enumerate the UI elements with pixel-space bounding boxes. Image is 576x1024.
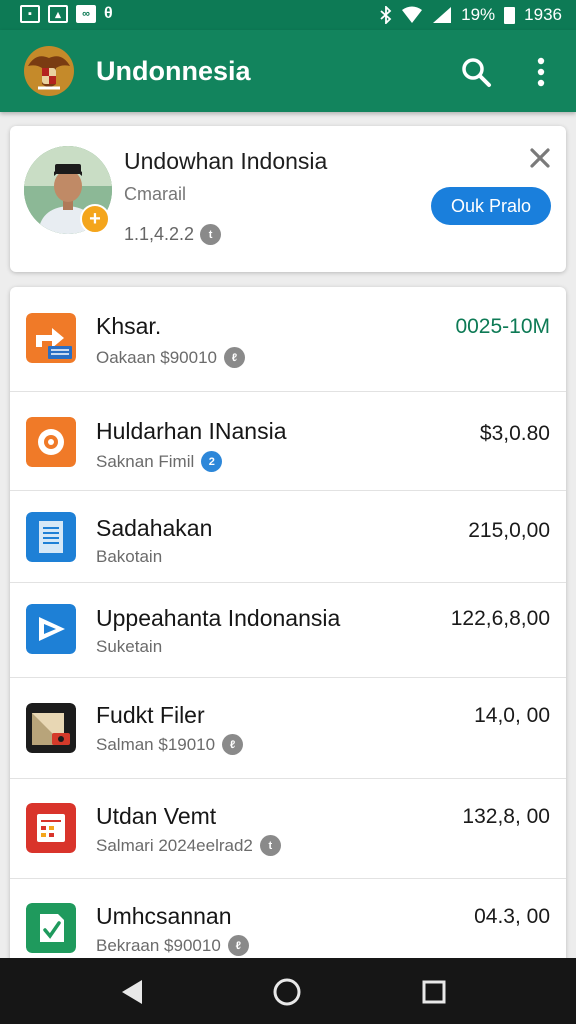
list-item[interactable]: Umhcsannan Bekraan $90010 ℓ 04.3, 00 — [10, 879, 566, 967]
app-title: Undonnesia — [96, 56, 251, 86]
search-icon[interactable] — [458, 54, 494, 90]
item-subtitle: Salman $19010 — [96, 734, 216, 754]
item-subtitle: Saknan Fimil — [96, 451, 195, 471]
home-circle-icon[interactable] — [267, 972, 307, 1012]
item-amount: 122,6,8,00 — [450, 607, 550, 630]
garuda-emblem-icon — [24, 46, 74, 96]
calendar-app-icon — [26, 803, 76, 853]
profile-action-button[interactable]: Ouk Pralo — [431, 187, 551, 225]
item-amount: 0025-10M — [455, 315, 550, 338]
item-title: Huldarhan INansia — [96, 418, 287, 444]
item-subtitle-row: Oakaan $90010 ℓ — [96, 347, 245, 368]
status-bar: ▪ ▴ ∞ θ 19% 1936 — [0, 0, 576, 30]
info-tag-icon: t — [259, 835, 281, 856]
close-icon[interactable] — [526, 144, 554, 172]
back-triangle-icon[interactable] — [112, 972, 152, 1012]
item-title: Sadahakan — [96, 515, 213, 541]
list-item[interactable]: Utdan Vemt Salmari 2024eelrad2 t 132,8, … — [10, 779, 566, 879]
profile-count: 1.1,4.2.2 — [124, 224, 195, 244]
voicemail-icon: ∞ — [76, 5, 96, 23]
item-amount: 14,0, 00 — [474, 704, 550, 727]
profile-subtitle: Cmarail — [124, 184, 187, 204]
info-tag-icon: ℓ — [222, 734, 244, 755]
item-title: Umhcsannan — [96, 903, 232, 929]
item-amount: 04.3, 00 — [474, 905, 550, 928]
item-title: Fudkt Filer — [96, 702, 205, 728]
list-item[interactable]: Khsar. Oakaan $90010 ℓ 0025-10M — [10, 287, 566, 392]
photo-icon: ▪ — [20, 5, 40, 23]
avatar-container[interactable]: + — [24, 146, 112, 234]
list-item[interactable]: Uppeahanta Indonansia Suketain 122,6,8,0… — [10, 583, 566, 678]
transaction-list: Khsar. Oakaan $90010 ℓ 0025-10M Huldarha… — [10, 287, 566, 967]
item-amount: $3,0.80 — [479, 422, 550, 445]
gear-app-icon — [26, 417, 76, 467]
battery-icon — [504, 6, 516, 24]
item-subtitle-row: Saknan Fimil 2 — [96, 451, 223, 472]
item-subtitle-row: Bekraan $90010 ℓ — [96, 935, 249, 956]
item-amount: 215,0,00 — [468, 519, 550, 542]
profile-name: Undowhan Indonsia — [124, 148, 328, 174]
status-right: 19% 1936 — [380, 5, 562, 25]
item-subtitle: Bakotain — [96, 547, 163, 566]
item-subtitle-row: Salman $19010 ℓ — [96, 734, 244, 755]
app-bar: Undonnesia — [0, 30, 576, 112]
more-vert-icon[interactable] — [526, 54, 556, 90]
navigation-bar — [0, 958, 576, 1024]
item-subtitle: Suketain — [96, 637, 163, 656]
recents-square-icon[interactable] — [414, 972, 454, 1012]
status-left-icons: ▪ ▴ ∞ θ — [20, 5, 113, 23]
data-icon: θ — [104, 5, 113, 22]
image-icon: ▴ — [48, 5, 68, 23]
wifi-icon — [402, 6, 423, 23]
item-amount: 132,8, 00 — [462, 805, 550, 828]
item-subtitle: Salmari 2024eelrad2 — [96, 835, 253, 855]
item-title: Utdan Vemt — [96, 803, 217, 829]
item-subtitle: Oakaan $90010 — [96, 347, 217, 367]
bluetooth-icon — [380, 6, 392, 24]
item-subtitle-row: Salmari 2024eelrad2 t — [96, 835, 281, 856]
item-title: Khsar. — [96, 313, 162, 339]
info-tag-icon: t — [200, 224, 222, 245]
list-item[interactable]: Huldarhan INansia Saknan Fimil 2 $3,0.80 — [10, 392, 566, 491]
info-tag-icon: ℓ — [227, 935, 249, 956]
list-item[interactable]: Fudkt Filer Salman $19010 ℓ 14,0, 00 — [10, 678, 566, 779]
battery-percent: 19% — [461, 5, 496, 24]
item-subtitle-row: Bakotain — [96, 547, 162, 567]
profile-count-row: 1.1,4.2.2 t — [124, 224, 222, 245]
item-subtitle-row: Suketain — [96, 637, 162, 657]
film-app-icon — [26, 703, 76, 753]
status-time: 1936 — [524, 5, 562, 24]
profile-card: + Undowhan Indonsia Cmarail 1.1,4.2.2 t … — [10, 126, 566, 272]
check-app-icon — [26, 903, 76, 953]
document-app-icon — [26, 512, 76, 562]
plus-icon[interactable]: + — [80, 204, 110, 234]
list-item[interactable]: Sadahakan Bakotain 215,0,00 — [10, 491, 566, 583]
play-app-icon — [26, 604, 76, 654]
item-subtitle: Bekraan $90010 — [96, 935, 221, 955]
info-tag-icon: ℓ — [224, 347, 245, 368]
transfer-app-icon — [26, 313, 76, 363]
item-title: Uppeahanta Indonansia — [96, 605, 341, 631]
signal-icon — [433, 7, 452, 23]
info-tag-icon: 2 — [201, 451, 223, 472]
